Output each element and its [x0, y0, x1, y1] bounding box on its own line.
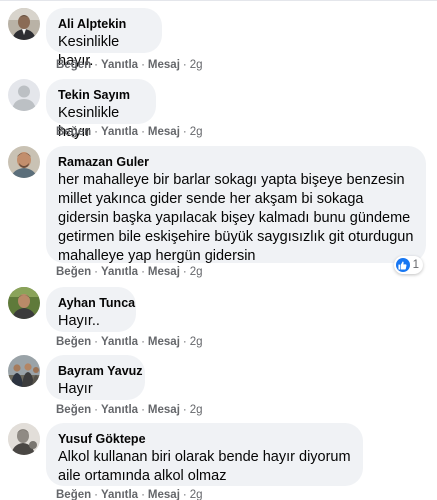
- comment-actions: Beğen · Yanıtla · Mesaj · 2g: [56, 403, 203, 417]
- comment-bubble: Yusuf Göktepe Alkol kullanan biri olarak…: [46, 423, 363, 486]
- separator: ·: [94, 59, 98, 71]
- author-name[interactable]: Yusuf Göktepe: [58, 431, 351, 447]
- reaction-badge[interactable]: 1: [393, 256, 423, 274]
- separator: ·: [141, 59, 145, 71]
- avatar[interactable]: [8, 79, 40, 111]
- message-button[interactable]: Mesaj: [148, 266, 180, 278]
- separator: ·: [141, 489, 145, 500]
- author-name[interactable]: Ayhan Tunca: [58, 295, 135, 311]
- separator: ·: [141, 126, 145, 138]
- separator: ·: [182, 404, 187, 416]
- comment-actions: Beğen · Yanıtla · Mesaj · 2g: [56, 125, 203, 139]
- separator: ·: [94, 489, 98, 500]
- comment-bubble: Bayram Yavuz Hayır: [46, 355, 145, 400]
- comment-bubble: Ali Alptekin Kesinlikle hayır.: [46, 8, 162, 69]
- comment-time[interactable]: 2g: [190, 59, 203, 71]
- comment-time[interactable]: 2g: [190, 404, 203, 416]
- separator: ·: [141, 266, 145, 278]
- like-icon: [395, 258, 410, 272]
- comment-text: her mahalleye bir barlar sokagı yapta bi…: [58, 172, 414, 264]
- reaction-count: 1: [412, 259, 419, 271]
- message-button[interactable]: Mesaj: [148, 489, 180, 500]
- author-name[interactable]: Tekin Sayım: [58, 87, 144, 103]
- message-button[interactable]: Mesaj: [148, 126, 180, 138]
- avatar[interactable]: [8, 8, 40, 40]
- comment-bubble: Ramazan Guler her mahalleye bir barlar s…: [46, 146, 426, 264]
- reply-button[interactable]: Yanıtla: [101, 59, 138, 71]
- reply-button[interactable]: Yanıtla: [101, 489, 138, 500]
- comment-time[interactable]: 2g: [190, 489, 203, 500]
- comment-text: Hayır: [58, 381, 93, 397]
- divider: [0, 0, 437, 1]
- comment-actions: Beğen · Yanıtla · Mesaj · 2g: [56, 58, 203, 72]
- separator: ·: [182, 336, 187, 348]
- comment-bubble: Ayhan Tunca Hayır..: [46, 287, 136, 332]
- message-button[interactable]: Mesaj: [148, 59, 180, 71]
- separator: ·: [182, 126, 187, 138]
- comment-actions: Beğen · Yanıtla · Mesaj · 2g: [56, 265, 203, 279]
- message-button[interactable]: Mesaj: [148, 336, 180, 348]
- author-name[interactable]: Ramazan Guler: [58, 154, 414, 170]
- comment-bubble: Tekin Sayım Kesinlikle hayır: [46, 79, 156, 140]
- like-button[interactable]: Beğen: [56, 336, 91, 348]
- separator: ·: [141, 404, 145, 416]
- comment-actions: Beğen · Yanıtla · Mesaj · 2g: [56, 488, 203, 500]
- avatar[interactable]: [8, 355, 40, 387]
- reply-button[interactable]: Yanıtla: [101, 126, 138, 138]
- comment-time[interactable]: 2g: [190, 336, 203, 348]
- comment-text: Alkol kullanan biri olarak bende hayır d…: [58, 449, 351, 484]
- comment-time[interactable]: 2g: [190, 126, 203, 138]
- message-button[interactable]: Mesaj: [148, 404, 180, 416]
- reply-button[interactable]: Yanıtla: [101, 336, 138, 348]
- avatar[interactable]: [8, 287, 40, 319]
- separator: ·: [182, 59, 187, 71]
- like-button[interactable]: Beğen: [56, 266, 91, 278]
- avatar[interactable]: [8, 146, 40, 178]
- author-name[interactable]: Ali Alptekin: [58, 16, 150, 32]
- comment-text: Hayır..: [58, 313, 100, 329]
- like-button[interactable]: Beğen: [56, 126, 91, 138]
- avatar[interactable]: [8, 423, 40, 455]
- comment-thread: Ali Alptekin Kesinlikle hayır. Beğen · Yan…: [0, 0, 437, 500]
- separator: ·: [182, 266, 187, 278]
- separator: ·: [94, 404, 98, 416]
- comment-actions: Beğen · Yanıtla · Mesaj · 2g: [56, 335, 203, 349]
- separator: ·: [182, 489, 187, 500]
- comment-time[interactable]: 2g: [190, 266, 203, 278]
- reply-button[interactable]: Yanıtla: [101, 266, 138, 278]
- like-button[interactable]: Beğen: [56, 404, 91, 416]
- separator: ·: [94, 336, 98, 348]
- author-name[interactable]: Bayram Yavuz: [58, 363, 143, 379]
- reply-button[interactable]: Yanıtla: [101, 404, 138, 416]
- like-button[interactable]: Beğen: [56, 59, 91, 71]
- separator: ·: [94, 266, 98, 278]
- separator: ·: [141, 336, 145, 348]
- like-button[interactable]: Beğen: [56, 489, 91, 500]
- separator: ·: [94, 126, 98, 138]
